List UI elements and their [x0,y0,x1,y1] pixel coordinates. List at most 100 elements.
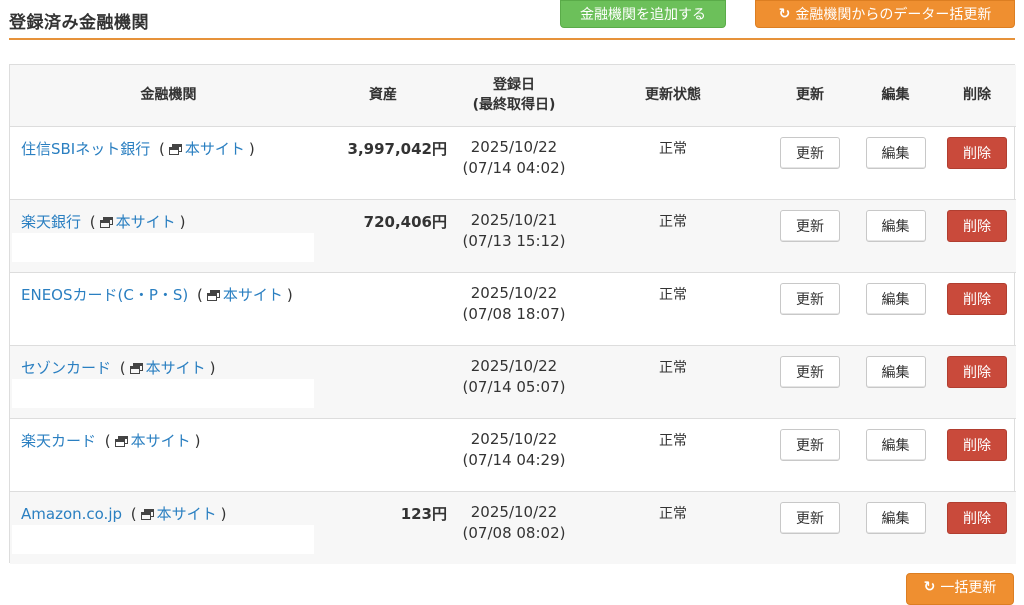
asset-value [327,345,449,418]
official-site-label: 本サイト [156,504,217,523]
paren-open: ( [130,504,137,523]
external-window-icon [99,216,113,228]
official-site-link[interactable]: 本サイト [114,431,191,450]
delete-button[interactable]: 削除 [947,428,1007,461]
bulk-update-label: 一括更新 [940,580,997,596]
external-window-icon [168,143,182,155]
refresh-icon: ↻ [923,579,936,595]
edit-button[interactable]: 編集 [865,282,926,315]
official-site-label: 本サイト [115,212,176,231]
status-text: 正常 [659,359,687,376]
official-site-link[interactable]: 本サイト [129,359,206,377]
col-update: 更新 [767,65,853,127]
official-site-link[interactable]: 本サイト [99,212,176,231]
official-site-label: 本サイト [130,431,191,450]
col-assets: 資産 [327,65,449,127]
paren-open: ( [89,212,96,231]
official-site-label: 本サイト [222,285,283,304]
edit-button[interactable]: 編集 [865,501,926,534]
col-status: 更新状態 [579,65,767,127]
asset-value: 3,997,042円 [347,139,447,158]
edit-button[interactable]: 編集 [865,428,926,461]
paren-close: ) [286,285,293,304]
col-date: 登録日 (最終取得日) [449,65,579,127]
last-fetched-date: (07/08 08:02) [462,523,566,542]
institution-link[interactable]: 住信SBIネット銀行 [21,140,150,158]
status-text: 正常 [659,286,687,303]
update-button[interactable]: 更新 [780,136,840,169]
institutions-table: 金融機関 資産 登録日 (最終取得日) 更新状態 更新 編集 削除 住信SBIネ… [9,64,1016,564]
redacted-area [12,378,314,408]
table-row: 楽天銀行 ( 本サイト) 720,406円 2025/10/21 (07/13 1… [10,199,1016,272]
update-button[interactable]: 更新 [780,428,840,461]
paren-close: ) [220,504,227,523]
official-site-link[interactable]: 本サイト [206,285,283,304]
table-row: ENEOSカード(C・P・S) ( 本サイト) 2025/10/22 (07/08… [10,272,1016,345]
last-fetched-date: (07/14 04:02) [462,158,566,177]
bulk-update-all-label: 金融機関からのデーター括更新 [795,7,992,23]
table-row: 楽天カード (本サイト) 2025/10/22 (07/14 04:29) 正常… [10,418,1016,491]
institution-link[interactable]: ENEOSカード(C・P・S) [21,286,188,304]
institution-link[interactable]: 楽天カード [21,432,96,450]
status-text: 正常 [659,213,687,230]
bulk-update-all-button[interactable]: ↻ 金融機関からのデーター括更新 [755,0,1015,28]
edit-button[interactable]: 編集 [865,355,926,388]
last-fetched-date: (07/13 15:12) [462,231,566,250]
institution-link[interactable]: セゾンカード [21,359,111,377]
table-row: Amazon.co.jp (本サイト) 123円 2025/10/22 (07/… [10,491,1016,564]
asset-value: 720,406円 [363,212,447,231]
redacted-area [12,232,314,262]
official-site-label: 本サイト [184,139,245,158]
institution-link[interactable]: Amazon.co.jp [21,505,122,523]
delete-button[interactable]: 削除 [947,501,1007,534]
registered-date: 2025/10/21 [470,210,558,229]
paren-close: ) [209,358,216,377]
asset-value: 123円 [400,504,447,523]
edit-button[interactable]: 編集 [865,209,926,242]
paren-close: ) [179,212,186,231]
delete-button[interactable]: 削除 [947,136,1007,169]
official-site-link[interactable]: 本サイト [140,504,217,523]
asset-value [327,418,449,491]
update-button[interactable]: 更新 [780,355,840,388]
external-window-icon [129,362,143,374]
institution-link[interactable]: 楽天銀行 [21,213,81,231]
redacted-area [12,524,314,554]
external-window-icon [206,289,220,301]
add-institution-button[interactable]: 金融機関を追加する [560,0,726,28]
col-edit: 編集 [853,65,938,127]
official-site-link[interactable]: 本サイト [168,139,245,158]
col-institution: 金融機関 [10,65,327,127]
external-window-icon [114,435,128,447]
update-button[interactable]: 更新 [780,282,840,315]
update-button[interactable]: 更新 [780,501,840,534]
asset-value [327,272,449,345]
last-fetched-date: (07/08 18:07) [462,304,566,323]
last-fetched-date: (07/14 04:29) [462,450,566,469]
paren-open: ( [197,285,203,304]
paren-close: ) [248,139,255,158]
registered-date: 2025/10/22 [470,283,558,302]
external-window-icon [140,508,154,520]
registered-date: 2025/10/22 [470,137,558,156]
table-row: 住信SBIネット銀行 (本サイト) 3,997,042円 2025/10/22 … [10,126,1016,199]
paren-open: ( [104,431,111,450]
col-date-line1: 登録日 [493,77,535,94]
table-header-row: 金融機関 資産 登録日 (最終取得日) 更新状態 更新 編集 削除 [10,65,1016,127]
update-button[interactable]: 更新 [780,209,840,242]
paren-open: ( [159,139,165,158]
status-text: 正常 [659,432,687,449]
edit-button[interactable]: 編集 [865,136,926,169]
delete-button[interactable]: 削除 [947,209,1007,242]
col-date-line2: (最終取得日) [472,97,556,114]
bulk-update-button[interactable]: ↻ 一括更新 [906,573,1014,605]
page-title: 登録済み金融機関 [9,13,149,33]
delete-button[interactable]: 削除 [947,282,1007,315]
col-delete: 削除 [938,65,1016,127]
refresh-icon: ↻ [778,6,791,22]
status-text: 正常 [659,140,687,157]
delete-button[interactable]: 削除 [947,355,1007,388]
registered-date: 2025/10/22 [470,356,558,375]
last-fetched-date: (07/14 05:07) [462,377,566,396]
status-text: 正常 [659,505,687,522]
